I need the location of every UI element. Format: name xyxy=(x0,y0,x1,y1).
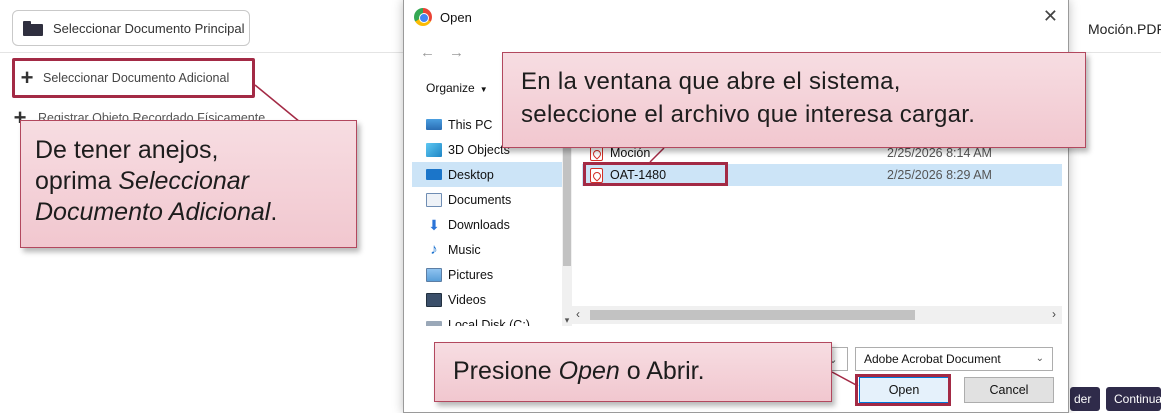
dialog-title: Open xyxy=(440,9,472,25)
folder-icon xyxy=(23,20,43,36)
open-button-highlight xyxy=(855,374,951,406)
main-document-filename: Moción.PDF xyxy=(1088,21,1161,37)
desktop-icon xyxy=(426,169,442,180)
scroll-down-arrow-icon[interactable]: ▾ xyxy=(562,315,572,326)
callout-emphasis: Documento Adicional xyxy=(35,198,271,226)
selected-file-highlight xyxy=(583,162,728,186)
file-type-value: Adobe Acrobat Document xyxy=(864,352,1001,366)
nav-item-label: Desktop xyxy=(448,167,494,182)
previous-button-label: der xyxy=(1074,392,1092,406)
this-pc-icon xyxy=(426,119,442,130)
nav-item-label: Pictures xyxy=(448,267,494,282)
downloads-icon: ⬇ xyxy=(428,216,440,233)
file-type-select[interactable]: Adobe Acrobat Document ⌄ xyxy=(855,347,1053,371)
nav-item-label: Local Disk (C:) xyxy=(448,317,530,327)
nav-item-label: Documents xyxy=(448,192,512,207)
callout-text-line: Documento Adicional. xyxy=(35,197,342,228)
file-date: 2/25/2026 8:14 AM xyxy=(887,146,992,160)
nav-item-label: Music xyxy=(448,242,481,257)
plus-icon: + xyxy=(20,65,34,90)
cancel-button-label: Cancel xyxy=(989,383,1029,397)
callout-text: . xyxy=(270,198,278,226)
callout-text: o Abrir. xyxy=(619,357,705,385)
callout-select-file: En la ventana que abre el sistema, selec… xyxy=(502,52,1086,148)
scroll-right-arrow-icon[interactable]: › xyxy=(1052,307,1056,321)
nav-item-pictures[interactable]: Pictures xyxy=(412,262,562,287)
cancel-button[interactable]: Cancel xyxy=(964,377,1054,403)
continue-button-label: Continua xyxy=(1114,392,1161,406)
callout-text: oprima xyxy=(35,167,119,195)
pictures-icon xyxy=(426,267,442,282)
select-main-document-label: Seleccionar Documento Principal xyxy=(53,20,245,36)
nav-item-label: This PC xyxy=(448,117,493,132)
nav-item-downloads[interactable]: ⬇ Downloads xyxy=(412,212,562,237)
local-disk-icon xyxy=(426,320,442,326)
close-icon[interactable]: ✕ xyxy=(1043,6,1058,27)
nav-item-documents[interactable]: Documents xyxy=(412,187,562,212)
file-list-horizontal-scrollbar[interactable]: ‹ › xyxy=(572,306,1062,324)
callout-additional-documents: De tener anejos, oprima Seleccionar Docu… xyxy=(20,120,357,248)
forward-arrow-icon[interactable]: → xyxy=(449,44,464,61)
file-date: 2/25/2026 8:29 AM xyxy=(887,168,992,182)
dropdown-arrow-icon: ▼ xyxy=(479,85,488,94)
nav-item-local-disk[interactable]: Local Disk (C:) xyxy=(412,312,562,326)
callout-text-line: En la ventana que abre el sistema, xyxy=(521,68,901,95)
nav-item-label: Videos xyxy=(448,292,486,307)
documents-icon xyxy=(426,192,442,207)
chevron-down-icon: ⌄ xyxy=(1035,353,1044,364)
videos-icon xyxy=(426,292,442,307)
music-icon: ♪ xyxy=(430,240,438,258)
select-additional-document-label: Seleccionar Documento Adicional xyxy=(43,71,230,85)
chrome-icon xyxy=(414,8,432,26)
callout-press-open: Presione Open o Abrir. xyxy=(434,342,832,402)
continue-button[interactable]: Continua xyxy=(1106,387,1161,411)
callout-text-line: De tener anejos, xyxy=(35,136,219,164)
select-additional-document-button[interactable]: + Seleccionar Documento Adicional xyxy=(12,58,255,98)
callout-text: Presione xyxy=(453,357,559,385)
3d-objects-icon xyxy=(426,142,442,157)
nav-item-desktop[interactable]: Desktop xyxy=(412,162,562,187)
scrollbar-thumb[interactable] xyxy=(590,310,915,320)
file-name: Moción xyxy=(610,146,651,160)
nav-item-music[interactable]: ♪ Music xyxy=(412,237,562,262)
organize-menu[interactable]: Organize ▼ xyxy=(426,81,488,95)
select-main-document-button[interactable]: Seleccionar Documento Principal xyxy=(12,10,250,46)
nav-item-label: 3D Objects xyxy=(448,142,510,157)
callout-emphasis: Open xyxy=(558,357,620,385)
dialog-titlebar: Open ✕ xyxy=(404,0,1068,34)
previous-button[interactable]: der xyxy=(1070,387,1100,411)
callout-text-line: oprima Seleccionar xyxy=(35,166,342,197)
callout-emphasis: Seleccionar xyxy=(118,167,250,195)
scroll-left-arrow-icon[interactable]: ‹ xyxy=(576,307,580,321)
nav-item-label: Downloads xyxy=(448,217,510,232)
back-arrow-icon[interactable]: ← xyxy=(420,44,435,61)
organize-label: Organize xyxy=(426,81,475,95)
callout-text-line: seleccione el archivo que interesa carga… xyxy=(521,101,976,128)
nav-item-videos[interactable]: Videos xyxy=(412,287,562,312)
